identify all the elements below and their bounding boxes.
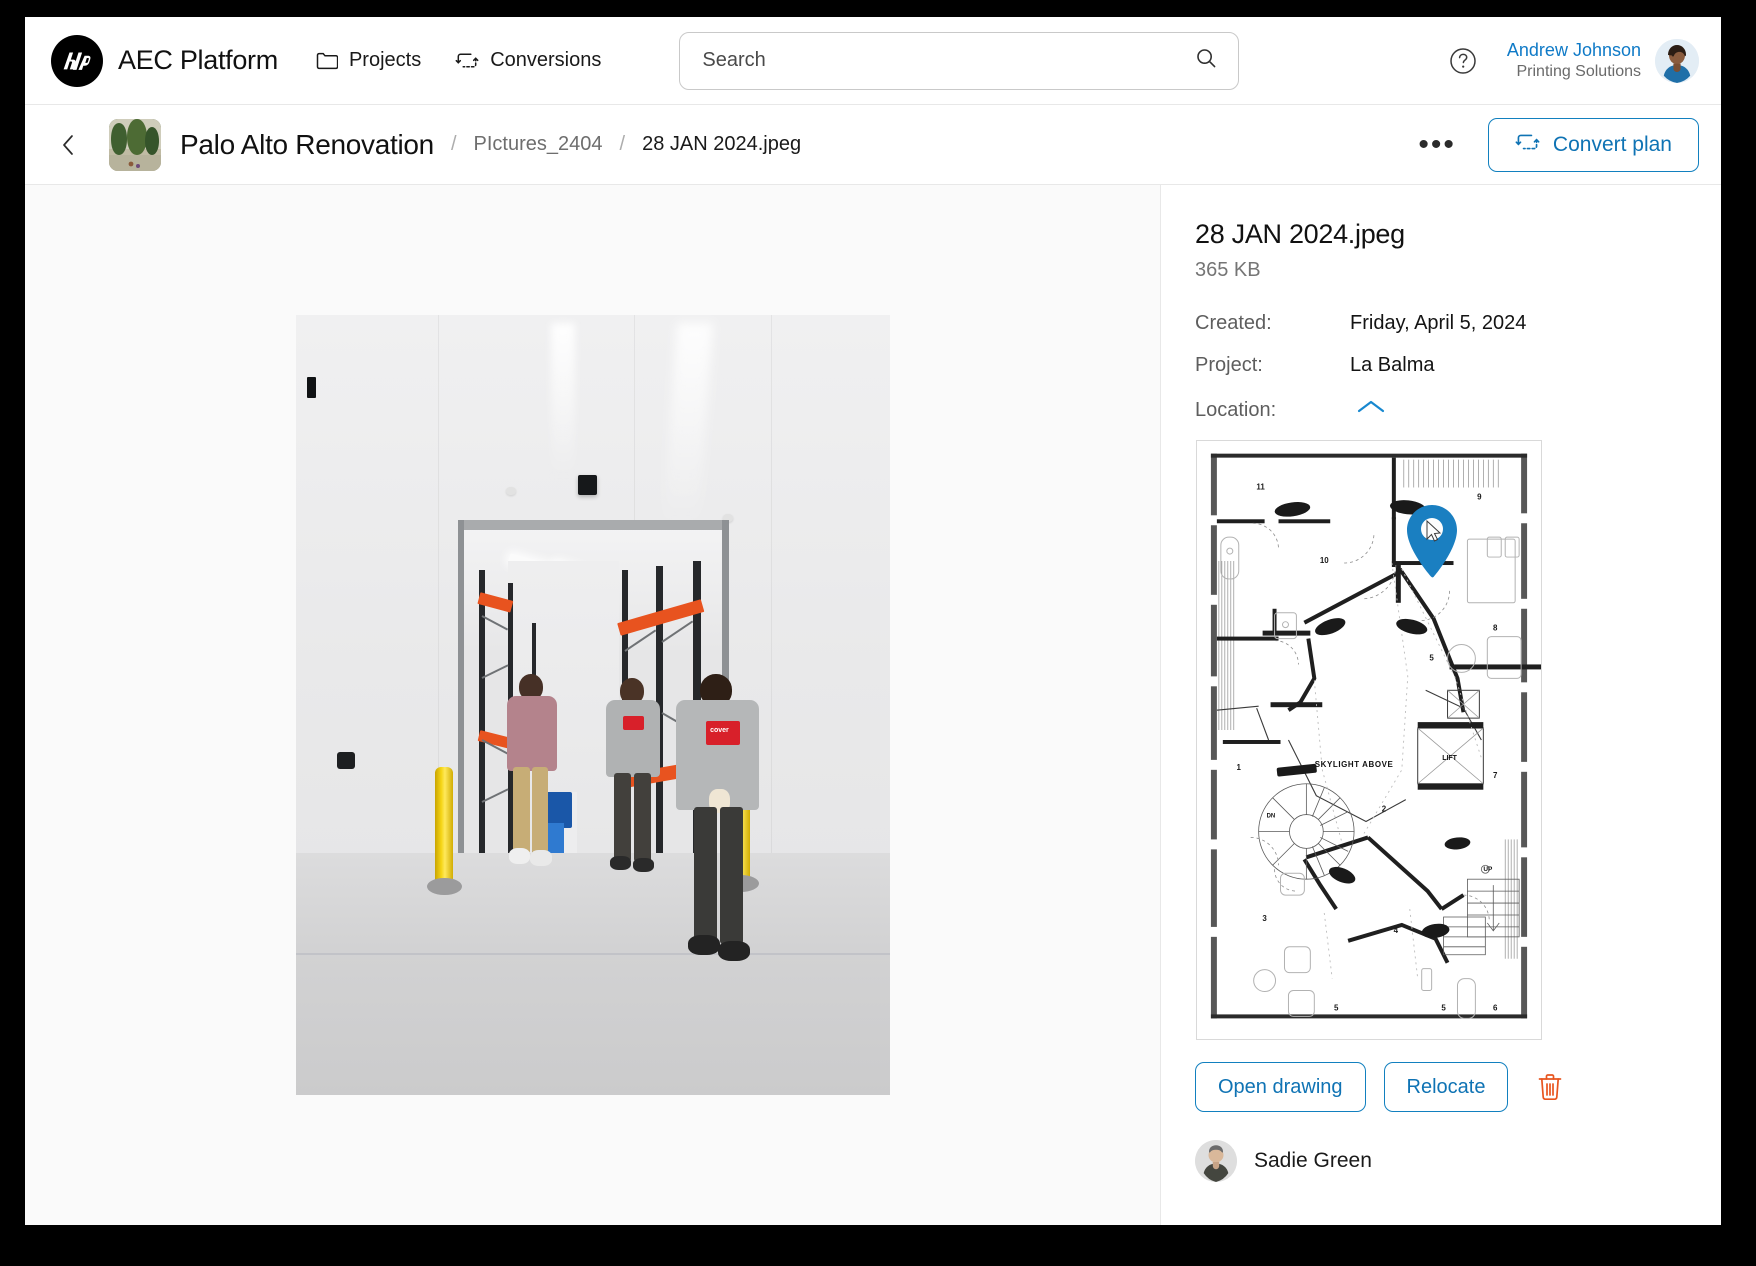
app-brand-title: AEC Platform [118, 45, 278, 75]
photo-wall-dot [506, 486, 516, 496]
photo-door-header [457, 520, 729, 531]
breadcrumb-separator-1: / [450, 133, 457, 155]
floorplan-thumbnail[interactable]: 11 10 9 8 5 1 2 7 3 4 5 5 6 SKYLIGHT ABO… [1196, 440, 1542, 1040]
nav-item-conversions[interactable]: Conversions [455, 49, 601, 72]
svg-text:5: 5 [1441, 1003, 1446, 1012]
breadcrumb-project[interactable]: Palo Alto Renovation [180, 129, 434, 161]
meta-label-project: Project: [1195, 354, 1263, 376]
svg-text:DN: DN [1267, 814, 1276, 820]
breadcrumb-folder[interactable]: PIctures_2404 [474, 133, 603, 156]
nav-item-conversions-label: Conversions [490, 49, 602, 71]
floorplan-actions: Open drawing Relocate [1195, 1062, 1687, 1112]
help-circle-icon[interactable] [1447, 45, 1479, 77]
convert-icon [455, 50, 479, 71]
trash-icon[interactable] [1532, 1068, 1568, 1106]
relocate-button[interactable]: Relocate [1383, 1062, 1509, 1112]
svg-text:4: 4 [1394, 926, 1399, 935]
svg-text:9: 9 [1477, 492, 1482, 501]
owner-avatar [1195, 1140, 1237, 1182]
map-pin-icon[interactable] [1402, 503, 1462, 579]
svg-text:8: 8 [1493, 624, 1498, 633]
photo-light-sheen-left [550, 322, 575, 479]
breadcrumb-bar: Palo Alto Renovation / PIctures_2404 / 2… [25, 105, 1721, 185]
details-file-size: 365 KB [1195, 259, 1261, 281]
search-icon[interactable] [1194, 46, 1218, 75]
main-body: cover 28 JAN 2024.jpeg 365 KB Created: F… [25, 185, 1721, 1225]
chevron-up-icon[interactable] [1350, 396, 1392, 418]
svg-text:6: 6 [1493, 1003, 1498, 1012]
search-bar[interactable] [679, 31, 1240, 90]
meta-row-location: Location: [1195, 396, 1687, 422]
top-bar-right-cluster: Andrew Johnson Printing Solutions [1447, 38, 1699, 83]
breadcrumb-separator-2: / [619, 133, 626, 155]
svg-text:SKYLIGHT ABOVE: SKYLIGHT ABOVE [1315, 760, 1394, 769]
photo-wall-sensor [337, 751, 355, 769]
open-drawing-button[interactable]: Open drawing [1195, 1062, 1366, 1112]
details-panel: 28 JAN 2024.jpeg 365 KB Created: Friday,… [1161, 185, 1721, 1225]
nav-item-projects-label: Projects [348, 49, 422, 71]
photo-floor-line [295, 952, 890, 955]
user-info: Andrew Johnson Printing Solutions [1507, 39, 1641, 82]
svg-text:LIFT: LIFT [1442, 755, 1457, 762]
photo-person-gray-front: cover [670, 673, 771, 970]
search-input[interactable] [702, 49, 1195, 72]
app-window: AEC Platform Projects Conversions Search… [25, 17, 1721, 1225]
project-thumbnail[interactable] [109, 118, 161, 171]
hp-logo-icon[interactable] [51, 34, 103, 87]
photo-person-gray-mid [598, 677, 669, 881]
meta-label-location: Location: [1195, 399, 1277, 421]
user-name: Andrew Johnson [1506, 40, 1641, 61]
svg-text:3: 3 [1262, 914, 1267, 923]
meta-value-project: La Balma [1350, 354, 1435, 376]
meta-value-created: Friday, April 5, 2024 [1350, 312, 1527, 334]
photo-bollard [435, 767, 454, 885]
convert-plan-label: Convert plan [1552, 132, 1672, 156]
floorplan-drawing: 11 10 9 8 5 1 2 7 3 4 5 5 6 SKYLIGHT ABO… [1197, 441, 1541, 1039]
image-viewer: cover [25, 185, 1161, 1225]
convert-icon [1515, 131, 1540, 159]
svg-text:5: 5 [1429, 653, 1434, 662]
top-navigation-bar: AEC Platform Projects Conversions Search… [25, 17, 1721, 105]
photo-wall-fitting [307, 377, 316, 398]
meta-row-project: Project: La Balma [1195, 354, 1687, 377]
photo-person-pink [497, 673, 568, 877]
photo-camera-box [577, 474, 597, 496]
details-meta-list: Created: Friday, April 5, 2024 Project: … [1195, 312, 1687, 426]
photo-floor [295, 853, 890, 1095]
nav-item-projects[interactable]: Projects [316, 49, 421, 72]
svg-text:UP: UP [1483, 866, 1493, 873]
breadcrumb-file: 28 JAN 2024.jpeg [642, 133, 802, 155]
file-owner: Sadie Green [1195, 1140, 1687, 1182]
photo-wall-seam [438, 315, 440, 799]
svg-text:11: 11 [1256, 482, 1265, 491]
folder-icon [316, 51, 338, 70]
owner-name: Sadie Green [1254, 1149, 1372, 1172]
more-options-button[interactable]: ••• [1412, 126, 1462, 164]
details-file-name: 28 JAN 2024.jpeg [1195, 219, 1405, 249]
convert-plan-button[interactable]: Convert plan [1487, 117, 1699, 172]
meta-row-created: Created: Friday, April 5, 2024 [1195, 312, 1687, 335]
photo-preview[interactable]: cover [295, 315, 890, 1095]
user-avatar[interactable] [1655, 38, 1699, 83]
svg-text:10: 10 [1320, 556, 1329, 565]
svg-text:1: 1 [1237, 763, 1242, 772]
user-menu[interactable]: Andrew Johnson Printing Solutions [1507, 38, 1699, 83]
breadcrumb-actions: ••• Convert plan [1412, 117, 1699, 172]
svg-text:5: 5 [1334, 1003, 1339, 1012]
svg-text:2: 2 [1382, 805, 1387, 814]
svg-text:7: 7 [1493, 771, 1498, 780]
back-button[interactable] [51, 127, 87, 163]
meta-label-created: Created: [1195, 312, 1272, 334]
main-nav: Projects Conversions [316, 49, 601, 72]
user-org: Printing Solutions [1516, 62, 1641, 80]
